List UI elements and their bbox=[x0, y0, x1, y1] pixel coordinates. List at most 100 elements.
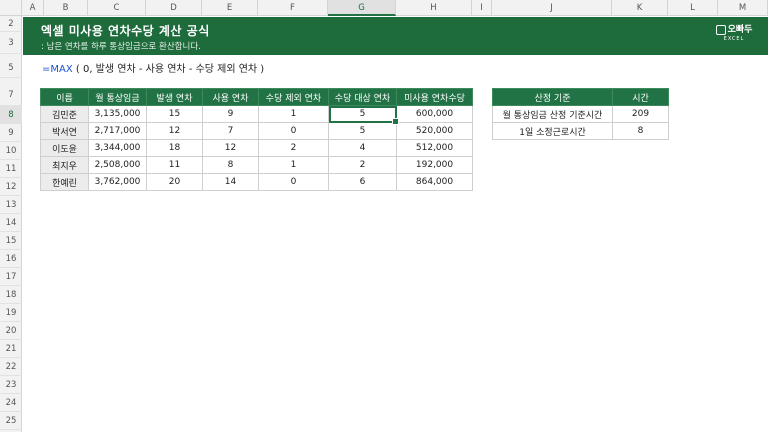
cell-used-leave[interactable]: 14 bbox=[202, 173, 259, 191]
cell-name[interactable]: 박서연 bbox=[40, 122, 89, 140]
column-header-c[interactable]: C bbox=[88, 0, 146, 16]
row-header-18[interactable]: 18 bbox=[0, 286, 22, 304]
table-header-row: 이름 월 통상임금 발생 연차 사용 연차 수당 제외 연차 수당 대상 연차 … bbox=[40, 88, 473, 106]
cell-monthly-wage[interactable]: 2,717,000 bbox=[88, 122, 147, 140]
header-used-leave[interactable]: 사용 연차 bbox=[202, 88, 259, 106]
cell-name[interactable]: 한예린 bbox=[40, 173, 89, 191]
row-header-2[interactable]: 2 bbox=[0, 16, 22, 32]
cell-name[interactable]: 최지우 bbox=[40, 156, 89, 174]
column-header-h[interactable]: H bbox=[396, 0, 472, 16]
row-header-13[interactable]: 13 bbox=[0, 196, 22, 214]
table-row: 이도윤 3,344,000 18 12 2 4 512,000 bbox=[40, 139, 473, 157]
row-header-14[interactable]: 14 bbox=[0, 214, 22, 232]
cell-monthly-wage[interactable]: 3,135,000 bbox=[88, 105, 147, 123]
column-header-e[interactable]: E bbox=[202, 0, 258, 16]
title-banner: 엑셀 미사용 연차수당 계산 공식 : 남은 연차를 하루 통상임금으로 환산합… bbox=[23, 17, 768, 55]
cell-excluded-leave[interactable]: 1 bbox=[258, 105, 329, 123]
row-header-5[interactable]: 5 bbox=[0, 54, 22, 78]
cell-granted-leave[interactable]: 15 bbox=[146, 105, 203, 123]
row-header-25[interactable]: 25 bbox=[0, 412, 22, 430]
cell-name[interactable]: 이도윤 bbox=[40, 139, 89, 157]
cell-granted-leave[interactable]: 12 bbox=[146, 122, 203, 140]
cell-eligible-leave[interactable]: 5 bbox=[328, 122, 397, 140]
cell-eligible-leave[interactable]: 6 bbox=[328, 173, 397, 191]
table-row: 최지우 2,508,000 11 8 1 2 192,000 bbox=[40, 156, 473, 174]
row-header-10[interactable]: 10 bbox=[0, 142, 22, 160]
cell-basis[interactable]: 1일 소정근로시간 bbox=[492, 122, 613, 140]
row-header-22[interactable]: 22 bbox=[0, 358, 22, 376]
row-header-11[interactable]: 11 bbox=[0, 160, 22, 178]
cell-excluded-leave[interactable]: 2 bbox=[258, 139, 329, 157]
column-header-d[interactable]: D bbox=[146, 0, 202, 16]
cell-eligible-leave[interactable]: 2 bbox=[328, 156, 397, 174]
cell-basis[interactable]: 월 통상임금 산정 기준시간 bbox=[492, 105, 613, 123]
header-name[interactable]: 이름 bbox=[40, 88, 89, 106]
cell-unused-allowance[interactable]: 512,000 bbox=[396, 139, 473, 157]
logo-icon bbox=[715, 24, 726, 35]
header-excluded-leave[interactable]: 수당 제외 연차 bbox=[258, 88, 329, 106]
cell-granted-leave[interactable]: 18 bbox=[146, 139, 203, 157]
row-header-23[interactable]: 23 bbox=[0, 376, 22, 394]
table-row: 한예린 3,762,000 20 14 0 6 864,000 bbox=[40, 173, 473, 191]
cell-monthly-wage[interactable]: 3,344,000 bbox=[88, 139, 147, 157]
row-header-3[interactable]: 3 bbox=[0, 32, 22, 54]
column-header-bar: A B C D E F G H I J K L M bbox=[0, 0, 768, 16]
cell-used-leave[interactable]: 12 bbox=[202, 139, 259, 157]
column-header-g[interactable]: G bbox=[328, 0, 396, 16]
row-header-20[interactable]: 20 bbox=[0, 322, 22, 340]
row-header-7[interactable]: 7 bbox=[0, 78, 22, 106]
header-hours[interactable]: 시간 bbox=[612, 88, 669, 106]
cell-used-leave[interactable]: 8 bbox=[202, 156, 259, 174]
row-header-21[interactable]: 21 bbox=[0, 340, 22, 358]
cell-eligible-leave[interactable]: 4 bbox=[328, 139, 397, 157]
cell-monthly-wage[interactable]: 2,508,000 bbox=[88, 156, 147, 174]
cell-unused-allowance[interactable]: 864,000 bbox=[396, 173, 473, 191]
header-basis[interactable]: 산정 기준 bbox=[492, 88, 613, 106]
row-header-24[interactable]: 24 bbox=[0, 394, 22, 412]
column-header-i[interactable]: I bbox=[472, 0, 492, 16]
cell-used-leave[interactable]: 9 bbox=[202, 105, 259, 123]
table-row: 김민준 3,135,000 15 9 1 5 600,000 bbox=[40, 105, 473, 126]
column-header-l[interactable]: L bbox=[668, 0, 718, 16]
cell-unused-allowance[interactable]: 192,000 bbox=[396, 156, 473, 174]
cell-name[interactable]: 김민준 bbox=[40, 105, 89, 123]
row-header-17[interactable]: 17 bbox=[0, 268, 22, 286]
column-header-k[interactable]: K bbox=[612, 0, 668, 16]
cell-hours[interactable]: 8 bbox=[612, 122, 669, 140]
column-header-j[interactable]: J bbox=[492, 0, 612, 16]
row-header-8[interactable]: 8 bbox=[0, 106, 22, 124]
cell-excluded-leave[interactable]: 0 bbox=[258, 122, 329, 140]
column-header-m[interactable]: M bbox=[718, 0, 768, 16]
row-header-16[interactable]: 16 bbox=[0, 250, 22, 268]
row-header-bar: 2 3 5 7 8 9 10 11 12 13 14 15 16 17 18 1… bbox=[0, 16, 22, 432]
row-header-15[interactable]: 15 bbox=[0, 232, 22, 250]
cell-eligible-leave-active[interactable]: 5 bbox=[328, 105, 400, 126]
page-subtitle: : 남은 연차를 하루 통상임금으로 환산합니다. bbox=[41, 42, 201, 52]
row-header-19[interactable]: 19 bbox=[0, 304, 22, 322]
cell-excluded-leave[interactable]: 0 bbox=[258, 173, 329, 191]
cell-unused-allowance[interactable]: 520,000 bbox=[396, 122, 473, 140]
column-header-f[interactable]: F bbox=[258, 0, 328, 16]
logo-text: 오빠두 bbox=[727, 25, 753, 35]
brand-logo: 오빠두 EXCEL bbox=[714, 22, 754, 50]
cell-granted-leave[interactable]: 11 bbox=[146, 156, 203, 174]
cell-used-leave[interactable]: 7 bbox=[202, 122, 259, 140]
cell-granted-leave[interactable]: 20 bbox=[146, 173, 203, 191]
cell-excluded-leave[interactable]: 1 bbox=[258, 156, 329, 174]
header-unused-allowance[interactable]: 미사용 연차수당 bbox=[396, 88, 473, 106]
column-header-b[interactable]: B bbox=[44, 0, 88, 16]
header-eligible-leave[interactable]: 수당 대상 연차 bbox=[328, 88, 397, 106]
formula-function: =MAX bbox=[42, 64, 73, 75]
select-all-corner[interactable] bbox=[0, 0, 22, 16]
row-header-9[interactable]: 9 bbox=[0, 124, 22, 142]
table-row: 월 통상임금 산정 기준시간 209 bbox=[492, 105, 669, 123]
formula-arguments: ( 0, 발생 연차 - 사용 연차 - 수당 제외 연차 ) bbox=[72, 64, 265, 75]
formula-text[interactable]: =MAX ( 0, 발생 연차 - 사용 연차 - 수당 제외 연차 ) bbox=[42, 60, 264, 75]
header-granted-leave[interactable]: 발생 연차 bbox=[146, 88, 203, 106]
row-header-12[interactable]: 12 bbox=[0, 178, 22, 196]
column-header-a[interactable]: A bbox=[22, 0, 44, 16]
cell-unused-allowance[interactable]: 600,000 bbox=[396, 105, 473, 123]
cell-monthly-wage[interactable]: 3,762,000 bbox=[88, 173, 147, 191]
header-monthly-wage[interactable]: 월 통상임금 bbox=[88, 88, 147, 106]
cell-hours[interactable]: 209 bbox=[612, 105, 669, 123]
